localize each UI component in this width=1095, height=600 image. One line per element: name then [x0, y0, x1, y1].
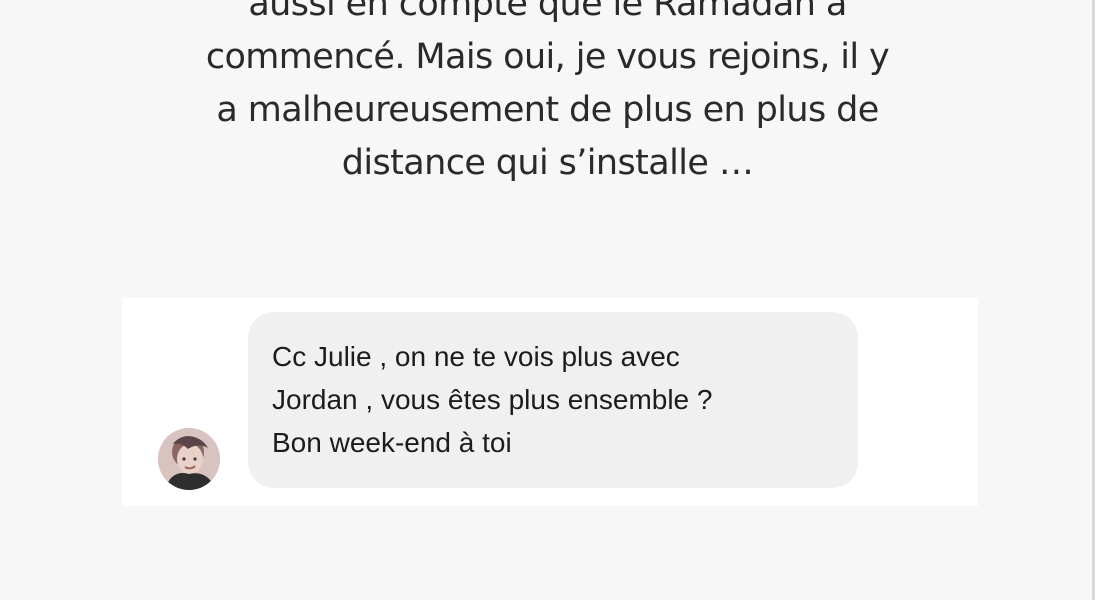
message-line: Jordan , vous êtes plus ensemble ? — [272, 384, 713, 415]
avatar[interactable] — [158, 428, 220, 490]
message-screenshot: Cc Julie , on ne te vois plus avec Jorda… — [122, 298, 978, 506]
message-line: Bon week-end à toi — [272, 427, 512, 458]
caption-text: aussi en compte que le Ramadan a commenc… — [150, 0, 945, 190]
caption-line: a malheureusement de plus en plus de — [216, 90, 879, 130]
caption-line: aussi en compte que le Ramadan a — [248, 0, 847, 24]
caption-line: distance qui s’installe … — [341, 143, 754, 183]
caption-line: commencé. Mais oui, je vous rejoins, il … — [205, 37, 890, 77]
message-text: Cc Julie , on ne te vois plus avec Jorda… — [272, 335, 712, 464]
message-bubble: Cc Julie , on ne te vois plus avec Jorda… — [248, 312, 858, 488]
message-line: Cc Julie , on ne te vois plus avec — [272, 341, 680, 372]
profile-photo-icon — [158, 428, 220, 490]
